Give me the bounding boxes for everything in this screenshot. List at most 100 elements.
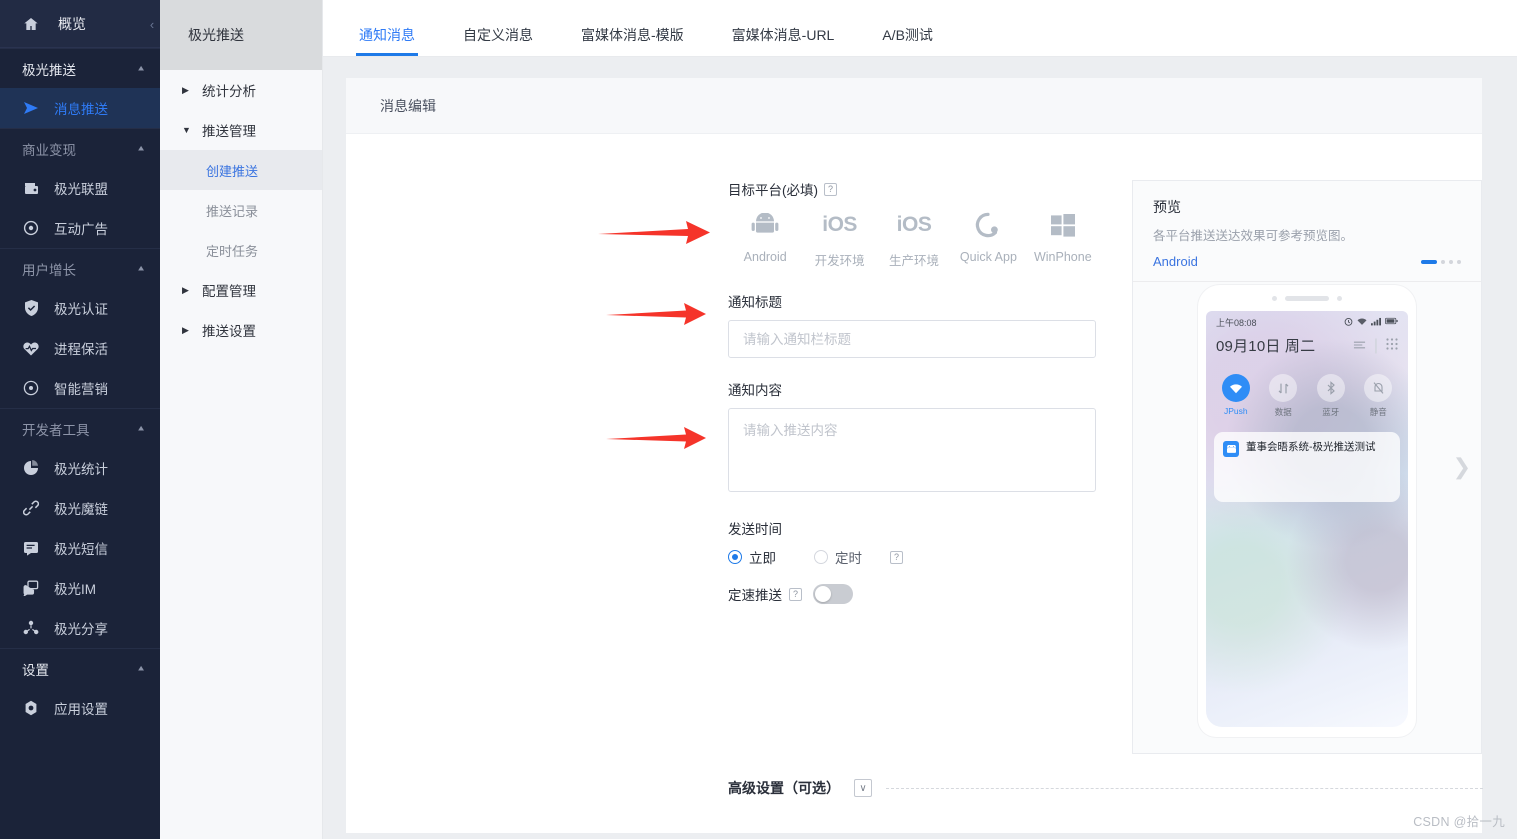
notification-content-textarea[interactable] [728, 408, 1096, 492]
phone-screen: 上午08:08 09月10日 周二 | JPush 数据 蓝牙 静音 董事会晤系… [1206, 311, 1408, 727]
target-icon [22, 219, 40, 237]
tab-ab-test[interactable]: A/B测试 [882, 28, 933, 56]
radio-send-now[interactable]: 立即 [728, 547, 776, 567]
shield-check-icon [22, 299, 40, 317]
subnav-sub-label: 创建推送 [206, 163, 259, 179]
platform-option-ios-prod[interactable]: iOS 生产环境 [877, 208, 951, 269]
sidebar-group-devtools[interactable]: 开发者工具 ▲ [0, 408, 160, 448]
secondary-nav: 极光推送 ▶ 统计分析 ▼ 推送管理 创建推送 推送记录 定时任务 ▶ 配置管理… [160, 0, 323, 839]
sidebar-item-magic-link[interactable]: 极光魔链 [0, 488, 160, 528]
sidebar-group-jpush[interactable]: 极光推送 ▲ [0, 48, 160, 88]
quick-toggle-label: 数据 [1274, 407, 1292, 417]
chevron-left-icon[interactable]: ‹ [146, 14, 158, 34]
radio-send-scheduled[interactable]: 定时 [814, 547, 862, 567]
quick-toggle-bluetooth[interactable]: 蓝牙 [1308, 374, 1354, 418]
rate-push-toggle[interactable] [813, 584, 853, 604]
subnav-item-label: 统计分析 [202, 84, 256, 99]
sidebar-item-label: 互动广告 [54, 222, 108, 237]
subnav-item-statistics[interactable]: ▶ 统计分析 [160, 70, 322, 110]
wifi-icon [1357, 317, 1367, 328]
platform-label: WinPhone [1033, 250, 1092, 264]
content-wrapper: 消息编辑 目标平台(必填) ? Android iOS 开发环境 iOS 生产环… [323, 57, 1517, 839]
tab-label: 富媒体消息-模版 [581, 27, 684, 43]
help-icon[interactable]: ? [824, 182, 837, 196]
ios-icon: iOS [896, 213, 932, 236]
advanced-settings-row: 高级设置（可选） ∨ [728, 778, 1483, 798]
sidebar-item-im[interactable]: 极光IM [0, 568, 160, 608]
send-time-label: 发送时间 [728, 518, 1100, 538]
sidebar-item-interactive-ads[interactable]: 互动广告 [0, 208, 160, 248]
platform-selector: Android iOS 开发环境 iOS 生产环境 Quick App WinP… [728, 208, 1100, 269]
preview-os-tab-android[interactable]: Android [1153, 254, 1198, 269]
sidebar-item-overview[interactable]: 概览 [0, 0, 160, 48]
quick-toggle-jpush[interactable]: JPush [1213, 374, 1259, 418]
heartbeat-icon [22, 339, 40, 357]
phone-status-bar: 上午08:08 [1206, 311, 1408, 333]
toggle-knob [815, 586, 831, 602]
platform-label: Quick App [959, 250, 1017, 264]
preview-pagination-dots[interactable] [1421, 259, 1461, 264]
chevron-down-icon[interactable]: ∨ [854, 779, 872, 797]
secondary-nav-title: 极光推送 [160, 0, 322, 70]
help-icon[interactable]: ? [789, 587, 802, 601]
sidebar-group-growth[interactable]: 用户增长 ▲ [0, 248, 160, 288]
phone-notch [1198, 285, 1416, 311]
quick-toggle-mute[interactable]: 静音 [1355, 374, 1401, 418]
sidebar-item-auth[interactable]: 极光认证 [0, 288, 160, 328]
quick-toggle-label: 静音 [1369, 407, 1387, 417]
subnav-item-push-records[interactable]: 推送记录 [160, 190, 322, 230]
preview-title: 预览 [1153, 199, 1181, 215]
subnav-item-config-management[interactable]: ▶ 配置管理 [160, 270, 322, 310]
subnav-item-create-push[interactable]: 创建推送 [160, 150, 322, 190]
sidebar-item-label: 极光认证 [54, 302, 108, 317]
sidebar-item-process-keepalive[interactable]: 进程保活 [0, 328, 160, 368]
subnav-item-scheduled-tasks[interactable]: 定时任务 [160, 230, 322, 270]
subnav-item-label: 推送设置 [202, 324, 256, 339]
message-edit-panel: 消息编辑 目标平台(必填) ? Android iOS 开发环境 iOS 生产环… [345, 77, 1483, 834]
tab-notification-message[interactable]: 通知消息 [356, 28, 418, 56]
sidebar-item-label: 极光IM [54, 582, 96, 597]
push-form: 目标平台(必填) ? Android iOS 开发环境 iOS 生产环境 Qui… [728, 179, 1100, 604]
home-icon [22, 15, 40, 33]
wifi-icon [1221, 374, 1250, 402]
sidebar-item-smart-marketing[interactable]: 智能营销 [0, 368, 160, 408]
platform-label: Android [743, 250, 787, 264]
notification-title-input[interactable] [728, 320, 1096, 358]
preview-panel: 预览 各平台推送送达效果可参考预览图。 Android 上午08:08 09月1… [1132, 180, 1482, 754]
platform-option-winphone[interactable]: WinPhone [1026, 208, 1100, 269]
sidebar-item-sms[interactable]: 极光短信 [0, 528, 160, 568]
rate-push-label: 定速推送 [728, 588, 782, 603]
tab-custom-message[interactable]: 自定义消息 [463, 28, 533, 56]
phone-notification-card[interactable]: 董事会晤系统-极光推送测试 [1214, 432, 1400, 502]
sidebar-group-label: 开发者工具 [22, 422, 90, 438]
divider [886, 787, 1483, 789]
help-icon[interactable]: ? [890, 550, 903, 564]
sidebar-item-app-settings[interactable]: 应用设置 [0, 688, 160, 728]
gear-icon [22, 699, 40, 717]
sidebar-item-analytics[interactable]: 极光统计 [0, 448, 160, 488]
quick-toggle-data[interactable]: 数据 [1260, 374, 1306, 418]
pie-chart-icon [22, 459, 40, 477]
sidebar-item-alliance[interactable]: 极光联盟 [0, 168, 160, 208]
status-time: 上午08:08 [1216, 317, 1257, 328]
platform-option-android[interactable]: Android [728, 208, 802, 269]
panel-header: 消息编辑 [346, 78, 1482, 134]
list-icon[interactable] [1353, 337, 1366, 355]
tab-rich-media-template[interactable]: 富媒体消息-模版 [581, 28, 684, 56]
subnav-item-label: 推送管理 [202, 124, 256, 139]
platform-option-ios-dev[interactable]: iOS 开发环境 [802, 208, 876, 269]
platform-option-quickapp[interactable]: Quick App [951, 208, 1025, 269]
sidebar-item-share[interactable]: 极光分享 [0, 608, 160, 648]
phone-date-actions: | [1353, 337, 1398, 355]
grid-icon[interactable] [1386, 337, 1398, 355]
speaker-icon [1285, 295, 1329, 301]
subnav-item-push-settings[interactable]: ▶ 推送设置 [160, 310, 322, 350]
sidebar-group-settings[interactable]: 设置 ▲ [0, 648, 160, 688]
tab-rich-media-url[interactable]: 富媒体消息-URL [732, 28, 835, 56]
sidebar-group-monetization[interactable]: 商业变现 ▲ [0, 128, 160, 168]
sidebar-item-message-push[interactable]: 消息推送 [0, 88, 160, 128]
chevron-right-icon[interactable]: ❯ [1453, 456, 1471, 478]
subnav-sub-label: 推送记录 [206, 203, 259, 219]
signal-icon [1371, 317, 1381, 328]
subnav-item-push-management[interactable]: ▼ 推送管理 [160, 110, 322, 150]
